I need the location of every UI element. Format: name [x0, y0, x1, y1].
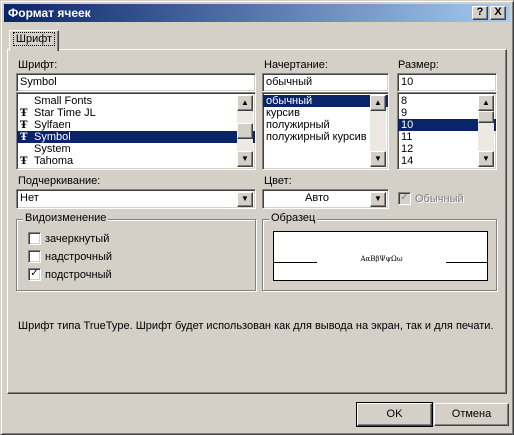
underline-select[interactable]: Нет ▼ — [16, 189, 256, 209]
normal-font-label: Обычный — [415, 193, 464, 205]
font-item[interactable]: Small Fonts — [17, 95, 255, 107]
underline-label: Подчеркивание: — [18, 175, 101, 187]
size-item-label: 8 — [401, 95, 408, 107]
font-item[interactable]: System — [17, 143, 255, 155]
scroll-thumb[interactable] — [237, 123, 253, 139]
tab-font[interactable]: Шрифт — [9, 30, 59, 51]
scroll-up-icon[interactable]: ▲ — [478, 95, 494, 111]
superscript-label: надстрочный — [45, 251, 112, 263]
size-item-label: 14 — [401, 155, 414, 167]
size-item-label: 12 — [401, 143, 414, 155]
chevron-down-icon[interactable]: ▼ — [237, 192, 253, 207]
style-item-label: полужирный курсив — [266, 131, 367, 143]
ok-button[interactable]: OK — [356, 402, 433, 427]
size-input[interactable]: 10 — [397, 73, 497, 92]
style-list[interactable]: обычный курсив полужирный полужирный курсив… — [262, 92, 389, 170]
subscript-label: подстрочный — [45, 269, 112, 281]
font-item[interactable]: Ŧ Star Time JL — [17, 107, 255, 119]
font-item[interactable]: Ŧ Tahoma — [17, 155, 255, 167]
scroll-up-icon[interactable]: ▲ — [237, 95, 253, 111]
font-item[interactable]: Ŧ Sylfaen — [17, 119, 255, 131]
font-item-label: Star Time JL — [34, 107, 96, 119]
font-item-label: Sylfaen — [34, 119, 71, 131]
font-item[interactable]: Ŧ Symbol — [17, 131, 255, 143]
size-label: Размер: — [398, 59, 439, 71]
dialog-title: Формат ячеек — [8, 6, 91, 20]
subscript-checkbox[interactable]: ✓ — [28, 268, 41, 281]
scroll-thumb[interactable] — [478, 111, 494, 123]
font-input[interactable]: Symbol — [16, 73, 256, 92]
font-item-label: Small Fonts — [34, 95, 93, 107]
underline-value: Нет — [20, 192, 39, 204]
preview-legend: Образец — [269, 212, 318, 224]
font-item-label: System — [34, 143, 71, 155]
chevron-down-icon[interactable]: ▼ — [370, 192, 386, 207]
style-input[interactable]: обычный — [262, 73, 389, 92]
strikethrough-checkbox[interactable] — [28, 232, 41, 245]
color-value: Авто — [305, 192, 329, 204]
size-item-label: 9 — [401, 107, 408, 119]
preview-box: ΑαΒβΨψΩω — [273, 231, 488, 281]
font-list[interactable]: Small Fonts Ŧ Star Time JL Ŧ Sylfaen Ŧ Symbol S… — [16, 92, 256, 170]
font-item-label: Tahoma — [34, 155, 74, 167]
strikethrough-label: зачеркнутый — [45, 233, 110, 245]
font-label: Шрифт: — [18, 59, 58, 71]
color-label: Цвет: — [264, 175, 292, 187]
truetype-icon: Ŧ — [20, 156, 28, 167]
title-bar[interactable]: Формат ячеек ? X — [4, 4, 510, 22]
scroll-down-icon[interactable]: ▼ — [370, 151, 386, 167]
preview-sample: ΑαΒβΨψΩω — [360, 255, 403, 263]
size-list[interactable]: 8 9 10 11 12 14 ▲ ▼ — [397, 92, 497, 170]
font-info-text: Шрифт типа TrueType. Шрифт будет использ… — [18, 320, 494, 332]
size-item-label: 11 — [401, 131, 413, 143]
effects-legend: Видоизменение — [23, 212, 109, 224]
color-select[interactable]: Авто ▼ — [262, 189, 389, 209]
font-item-label: Symbol — [34, 131, 71, 143]
normal-font-checkbox[interactable]: ✓ — [398, 192, 411, 205]
tab-font-label: Шрифт — [12, 32, 56, 46]
format-cells-dialog: Формат ячеек ? X Шрифт Шрифт: Symbol Sma… — [0, 0, 514, 435]
style-label: Начертание: — [264, 59, 328, 71]
close-button[interactable]: X — [490, 6, 506, 20]
size-list-scrollbar[interactable]: ▲ ▼ — [478, 95, 494, 167]
truetype-icon: Ŧ — [20, 132, 28, 143]
help-button[interactable]: ? — [472, 6, 488, 20]
size-item-label: 10 — [401, 119, 414, 131]
scroll-up-icon[interactable]: ▲ — [370, 95, 386, 111]
scroll-down-icon[interactable]: ▼ — [237, 151, 253, 167]
scroll-down-icon[interactable]: ▼ — [478, 151, 494, 167]
cancel-button[interactable]: Отмена — [434, 403, 509, 426]
font-list-scrollbar[interactable]: ▲ ▼ — [237, 95, 253, 167]
style-item-label: обычный — [266, 95, 313, 107]
style-list-scrollbar[interactable]: ▲ ▼ — [370, 95, 386, 167]
style-item-label: курсив — [266, 107, 300, 119]
style-item-label: полужирный — [266, 119, 330, 131]
superscript-checkbox[interactable] — [28, 250, 41, 263]
